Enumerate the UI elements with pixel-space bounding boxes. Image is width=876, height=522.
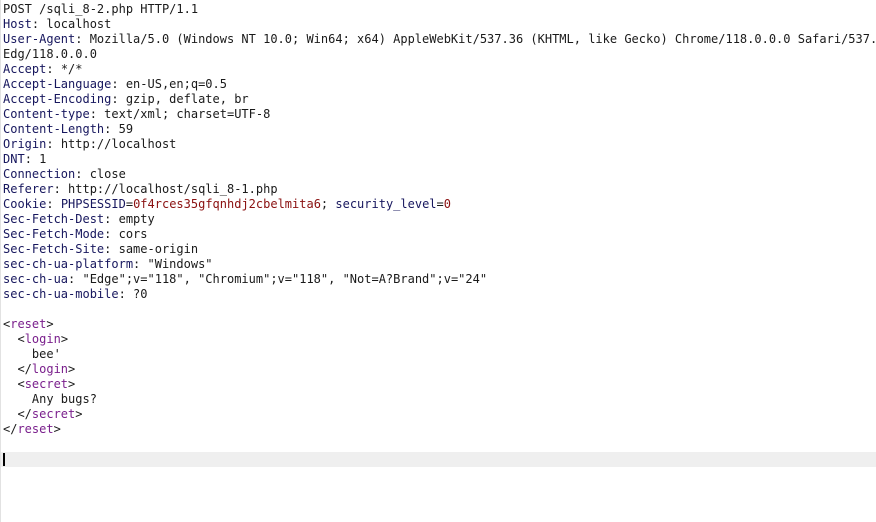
header-key: sec-ch-ua xyxy=(3,272,69,286)
header-key: sec-ch-ua-mobile xyxy=(3,287,119,301)
header-value: close xyxy=(89,167,126,181)
header-value: ?0 xyxy=(133,287,148,301)
header-value: Mozilla/5.0 (Windows NT 10.0; Win64; x64… xyxy=(89,32,876,46)
xml-line-secret-open: <secret> xyxy=(17,377,76,391)
request-line: POST /sqli_8-2.php HTTP/1.1 xyxy=(3,2,876,17)
text-cursor xyxy=(3,453,5,466)
header-key: Sec-Fetch-Dest xyxy=(3,212,105,226)
header-key: Origin xyxy=(3,137,47,151)
header-key: User-Agent xyxy=(3,32,76,46)
header-line-sec-ch-ua: sec-ch-ua: "Edge";v="118", "Chromium";v=… xyxy=(3,272,488,286)
raw-request-editor[interactable]: POST /sqli_8-2.php HTTP/1.1 Host: localh… xyxy=(3,2,876,437)
header-line-dnt: DNT: 1 xyxy=(3,152,47,166)
header-value: http://localhost/sqli_8-1.php xyxy=(68,182,278,196)
header-line-content-type: Content-type: text/xml; charset=UTF-8 xyxy=(3,107,271,121)
header-key: Sec-Fetch-Mode xyxy=(3,227,105,241)
header-line-origin: Origin: http://localhost xyxy=(3,137,177,151)
header-key: Accept xyxy=(3,62,47,76)
cookie-name: security_level xyxy=(335,197,437,211)
header-value: localhost xyxy=(46,17,112,31)
header-line-sec-ch-ua-mobile: sec-ch-ua-mobile: ?0 xyxy=(3,287,148,301)
header-key: Sec-Fetch-Site xyxy=(3,242,105,256)
header-line-accept-language: Accept-Language: en-US,en;q=0.5 xyxy=(3,77,227,91)
current-line-highlight xyxy=(1,452,876,467)
header-key: Content-type xyxy=(3,107,90,121)
header-value: en-US,en;q=0.5 xyxy=(125,77,227,91)
header-key: Accept-Encoding xyxy=(3,92,112,106)
xml-tag-name: reset xyxy=(10,317,47,331)
header-line-sec-ch-ua-platform: sec-ch-ua-platform: "Windows" xyxy=(3,257,213,271)
xml-tag-name: login xyxy=(24,332,61,346)
header-line-sec-fetch-dest: Sec-Fetch-Dest: empty xyxy=(3,212,155,226)
header-line-cookie: Cookie: PHPSESSID=0f4rces35gfqnhdj2cbelm… xyxy=(3,197,451,211)
xml-line-secret-value: Any bugs? xyxy=(3,392,876,407)
xml-line-login-open: <login> xyxy=(17,332,69,346)
header-value-wrap: Edg/118.0.0.0 xyxy=(3,47,97,61)
request-line-text: POST /sqli_8-2.php HTTP/1.1 xyxy=(3,2,199,16)
header-line-content-length: Content-Length: 59 xyxy=(3,122,134,136)
header-value: cors xyxy=(118,227,148,241)
header-value: 59 xyxy=(118,122,134,136)
header-line-referer: Referer: http://localhost/sqli_8-1.php xyxy=(3,182,278,196)
header-line-accept: Accept: */* xyxy=(3,62,83,76)
xml-line-secret-close: </secret> xyxy=(17,407,83,421)
xml-tag-name: secret xyxy=(31,407,76,421)
header-line-accept-encoding: Accept-Encoding: gzip, deflate, br xyxy=(3,92,249,106)
header-key: Referer xyxy=(3,182,54,196)
header-value: http://localhost xyxy=(60,137,177,151)
header-key: Connection xyxy=(3,167,76,181)
cookie-value: 0f4rces35gfqnhdj2cbelmita6 xyxy=(133,197,321,211)
header-key: sec-ch-ua-platform xyxy=(3,257,134,271)
header-line-user-agent: User-Agent: Mozilla/5.0 (Windows NT 10.0… xyxy=(3,32,876,47)
header-value: empty xyxy=(118,212,155,226)
header-key: Cookie xyxy=(3,197,47,211)
header-line-user-agent-wrap: Edg/118.0.0.0 xyxy=(3,47,876,62)
header-value: same-origin xyxy=(118,242,199,256)
header-value: "Windows" xyxy=(147,257,213,271)
header-line-sec-fetch-mode: Sec-Fetch-Mode: cors xyxy=(3,227,148,241)
header-key: Host xyxy=(3,17,32,31)
xml-secret-value: Any bugs? xyxy=(31,392,97,406)
xml-line-login-value: bee' xyxy=(3,347,876,362)
header-value: text/xml; charset=UTF-8 xyxy=(104,107,271,121)
xml-login-value: bee' xyxy=(31,347,61,361)
cookie-value: 0 xyxy=(443,197,451,211)
xml-tag-name: reset xyxy=(17,422,54,436)
xml-line-login-close: </login> xyxy=(17,362,76,376)
header-value: */* xyxy=(60,62,83,76)
header-value: gzip, deflate, br xyxy=(125,92,249,106)
header-key: Content-Length xyxy=(3,122,105,136)
cookie-name: PHPSESSID xyxy=(60,197,126,211)
header-line-host: Host: localhost xyxy=(3,17,112,31)
header-value: 1 xyxy=(39,152,47,166)
xml-line-reset-close: </reset> xyxy=(3,422,61,436)
header-key: DNT xyxy=(3,152,25,166)
editor-gutter-border xyxy=(0,0,1,522)
xml-line-reset-open: <reset> xyxy=(3,317,54,331)
header-value: "Edge";v="118", "Chromium";v="118", "Not… xyxy=(82,272,488,286)
header-key: Accept-Language xyxy=(3,77,112,91)
xml-tag-name: login xyxy=(31,362,69,376)
header-line-sec-fetch-site: Sec-Fetch-Site: same-origin xyxy=(3,242,199,256)
xml-tag-name: secret xyxy=(24,377,69,391)
header-line-connection: Connection: close xyxy=(3,167,126,181)
